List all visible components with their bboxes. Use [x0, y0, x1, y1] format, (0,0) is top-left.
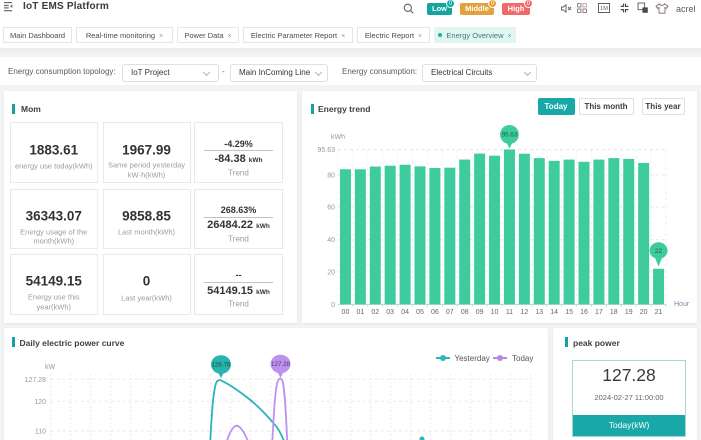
svg-text:95.63: 95.63 — [502, 132, 518, 139]
svg-text:127.28: 127.28 — [25, 377, 47, 384]
svg-text:03: 03 — [386, 309, 394, 316]
svg-text:20: 20 — [640, 309, 648, 316]
svg-text:21: 21 — [655, 309, 663, 316]
svg-text:11: 11 — [506, 309, 513, 316]
svg-text:kWh: kWh — [331, 134, 345, 141]
svg-text:60: 60 — [327, 205, 335, 212]
svg-text:10: 10 — [491, 309, 499, 316]
svg-text:40: 40 — [327, 237, 335, 244]
svg-text:00: 00 — [342, 309, 350, 316]
svg-text:05: 05 — [416, 309, 424, 316]
svg-text:120: 120 — [34, 399, 46, 406]
svg-text:19: 19 — [625, 309, 633, 316]
svg-text:13: 13 — [535, 309, 543, 316]
svg-text:126.76: 126.76 — [212, 362, 231, 369]
svg-text:kW: kW — [45, 364, 56, 371]
svg-text:Yesterday: Yesterday — [455, 354, 490, 363]
svg-text:1M: 1M — [600, 6, 608, 12]
svg-text:95.63: 95.63 — [317, 147, 335, 154]
svg-text:0: 0 — [331, 302, 335, 309]
svg-text:17: 17 — [595, 309, 603, 316]
svg-text:20: 20 — [327, 270, 335, 277]
svg-text:04: 04 — [401, 309, 409, 316]
svg-text:02: 02 — [371, 309, 379, 316]
svg-text:07: 07 — [446, 309, 454, 316]
svg-text:127.28: 127.28 — [271, 361, 290, 368]
svg-text:80: 80 — [327, 172, 335, 179]
svg-text:08: 08 — [461, 309, 469, 316]
svg-text:22: 22 — [655, 248, 663, 255]
svg-text:16: 16 — [580, 309, 588, 316]
svg-text:01: 01 — [356, 309, 364, 316]
svg-text:18: 18 — [610, 309, 618, 316]
svg-text:110: 110 — [35, 429, 46, 436]
svg-text:Hour: Hour — [674, 301, 690, 308]
svg-text:12: 12 — [520, 309, 528, 316]
svg-text:06: 06 — [431, 309, 439, 316]
svg-text:14: 14 — [550, 309, 558, 316]
svg-text:15: 15 — [565, 309, 573, 316]
svg-text:09: 09 — [476, 309, 484, 316]
svg-text:Today: Today — [512, 354, 533, 363]
